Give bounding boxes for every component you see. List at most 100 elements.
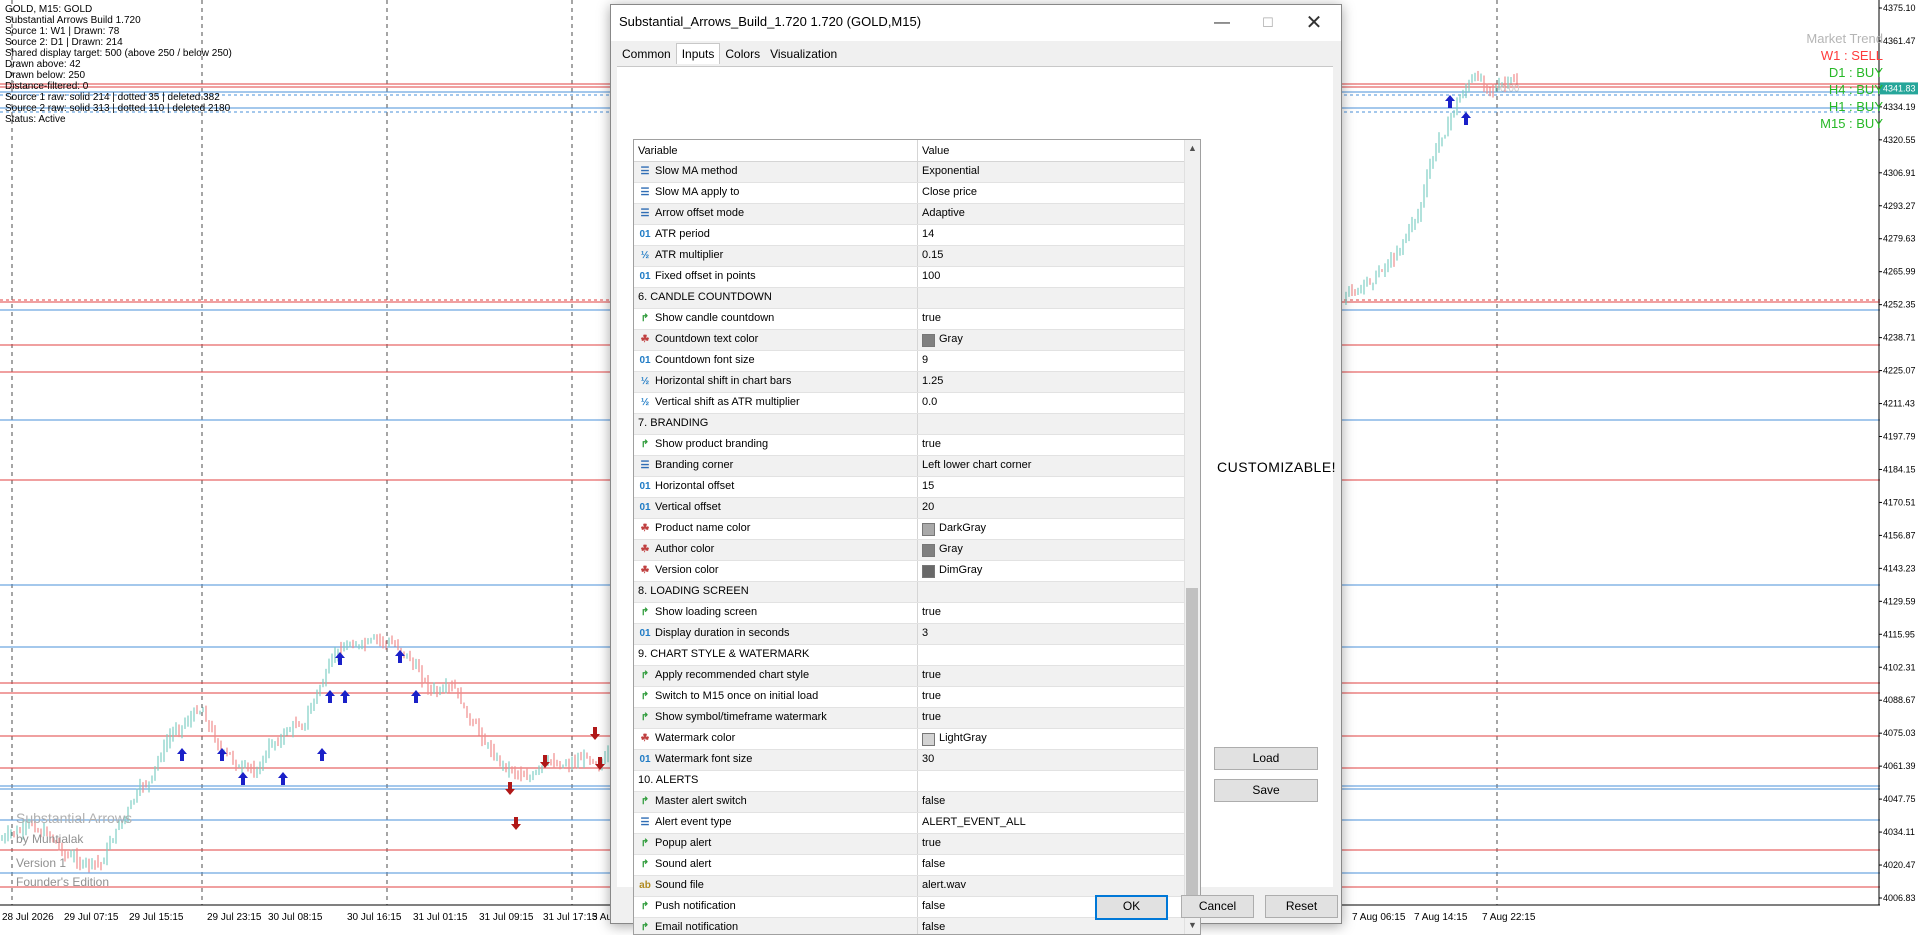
table-row[interactable]: ☘ Watermark color LightGray (634, 729, 1184, 750)
maximize-icon[interactable]: ☐ (1245, 5, 1291, 41)
table-row[interactable]: ☘ Product name color DarkGray (634, 519, 1184, 540)
section-row[interactable]: 7. BRANDING (634, 414, 1184, 435)
table-row[interactable]: ☰ Arrow offset mode Adaptive (634, 204, 1184, 225)
table-row[interactable]: 01 Horizontal offset 15 (634, 477, 1184, 498)
value-cell[interactable]: true (922, 690, 941, 702)
dialog-titlebar[interactable]: Substantial_Arrows_Build_1.720 1.720 (GO… (611, 5, 1341, 41)
variable-label: Watermark color (655, 732, 736, 744)
value-cell[interactable]: false (922, 900, 945, 912)
value-cell[interactable]: true (922, 711, 941, 723)
value-cell[interactable]: LightGray (939, 732, 987, 744)
table-row[interactable]: ↱ Show loading screen true (634, 603, 1184, 624)
variable-label: Switch to M15 once on initial load (655, 690, 819, 702)
ok-button[interactable]: OK (1095, 895, 1168, 920)
value-cell[interactable]: Gray (939, 333, 963, 345)
table-row[interactable]: ↱ Popup alert true (634, 834, 1184, 855)
value-cell[interactable]: true (922, 438, 941, 450)
value-cell[interactable]: 20 (922, 501, 934, 513)
value-cell[interactable]: DimGray (939, 564, 982, 576)
value-cell[interactable]: Adaptive (922, 207, 965, 219)
table-row[interactable]: ☘ Author color Gray (634, 540, 1184, 561)
cancel-button[interactable]: Cancel (1181, 895, 1254, 918)
inputs-table[interactable]: Variable Value ☰ Slow MA method Exponentia… (633, 139, 1201, 935)
tab-inputs[interactable]: Inputs (675, 43, 721, 64)
reset-button[interactable]: Reset (1265, 895, 1338, 918)
value-cell[interactable]: 100 (922, 270, 940, 282)
value-cell[interactable]: false (922, 795, 945, 807)
table-row[interactable]: ☘ Version color DimGray (634, 561, 1184, 582)
value-cell[interactable]: true (922, 606, 941, 618)
color-swatch[interactable] (922, 523, 935, 536)
table-row[interactable]: ½ Vertical shift as ATR multiplier 0.0 (634, 393, 1184, 414)
value-cell[interactable]: true (922, 312, 941, 324)
value-cell[interactable]: ALERT_EVENT_ALL (922, 816, 1026, 828)
table-row[interactable]: ☰ Alert event type ALERT_EVENT_ALL (634, 813, 1184, 834)
table-row[interactable]: 01 Display duration in seconds 3 (634, 624, 1184, 645)
tab-common[interactable]: Common (617, 44, 676, 64)
info-line: Status: Active (5, 114, 66, 125)
table-row[interactable]: ↱ Apply recommended chart style true (634, 666, 1184, 687)
section-row[interactable]: 8. LOADING SCREEN (634, 582, 1184, 603)
column-header-value[interactable]: Value (922, 145, 949, 157)
scroll-down-icon[interactable]: ▼ (1185, 917, 1200, 934)
color-swatch[interactable] (922, 544, 935, 557)
table-row[interactable]: 01 Fixed offset in points 100 (634, 267, 1184, 288)
table-row[interactable]: 01 Vertical offset 20 (634, 498, 1184, 519)
value-cell[interactable]: 3 (922, 627, 928, 639)
value-cell[interactable]: Close price (922, 186, 977, 198)
color-swatch[interactable] (922, 733, 935, 746)
value-cell[interactable]: 30 (922, 753, 934, 765)
table-row[interactable]: ☰ Slow MA method Exponential (634, 162, 1184, 183)
value-cell[interactable]: 0.15 (922, 249, 943, 261)
value-cell[interactable]: alert.wav (922, 879, 966, 891)
price-tick-label: 4047.75 (1883, 794, 1916, 804)
close-icon[interactable]: ✕ (1291, 5, 1337, 41)
save-button[interactable]: Save (1214, 779, 1318, 802)
value-cell[interactable]: 1.25 (922, 375, 943, 387)
section-row[interactable]: 9. CHART STYLE & WATERMARK (634, 645, 1184, 666)
variable-label: Master alert switch (655, 795, 747, 807)
variable-label: Apply recommended chart style (655, 669, 810, 681)
tab-visualization[interactable]: Visualization (765, 44, 842, 64)
value-cell[interactable]: true (922, 669, 941, 681)
scroll-up-icon[interactable]: ▲ (1185, 140, 1200, 157)
table-header: Variable Value (634, 140, 1184, 162)
table-row[interactable]: ↱ Sound alert false (634, 855, 1184, 876)
minimize-icon[interactable]: — (1199, 5, 1245, 41)
table-row[interactable]: ☰ Slow MA apply to Close price (634, 183, 1184, 204)
scrollbar-thumb[interactable] (1186, 588, 1198, 918)
table-row[interactable]: ½ Horizontal shift in chart bars 1.25 (634, 372, 1184, 393)
table-row[interactable]: 01 Watermark font size 30 (634, 750, 1184, 771)
value-cell[interactable]: true (922, 837, 941, 849)
table-row[interactable]: ab Sound file alert.wav (634, 876, 1184, 897)
value-cell[interactable]: 14 (922, 228, 934, 240)
load-button[interactable]: Load (1214, 747, 1318, 770)
table-row[interactable]: ☰ Branding corner Left lower chart corner (634, 456, 1184, 477)
value-cell[interactable]: 0.0 (922, 396, 937, 408)
table-row[interactable]: ↱ Master alert switch false (634, 792, 1184, 813)
table-row[interactable]: 01 ATR period 14 (634, 225, 1184, 246)
section-row[interactable]: 10. ALERTS (634, 771, 1184, 792)
value-cell[interactable]: 9 (922, 354, 928, 366)
table-row[interactable]: ↱ Show candle countdown true (634, 309, 1184, 330)
table-row[interactable]: ↱ Show product branding true (634, 435, 1184, 456)
section-row[interactable]: 6. CANDLE COUNTDOWN (634, 288, 1184, 309)
value-cell[interactable]: 15 (922, 480, 934, 492)
value-cell[interactable]: Exponential (922, 165, 980, 177)
table-row[interactable]: ↱ Switch to M15 once on initial load true (634, 687, 1184, 708)
value-cell[interactable]: DarkGray (939, 522, 986, 534)
value-cell[interactable]: Left lower chart corner (922, 459, 1031, 471)
value-cell[interactable]: false (922, 858, 945, 870)
table-row[interactable]: ½ ATR multiplier 0.15 (634, 246, 1184, 267)
table-row[interactable]: ↱ Show symbol/timeframe watermark true (634, 708, 1184, 729)
tab-colors[interactable]: Colors (720, 44, 765, 64)
color-swatch[interactable] (922, 565, 935, 578)
value-cell[interactable]: Gray (939, 543, 963, 555)
column-header-variable[interactable]: Variable (638, 145, 678, 157)
table-row[interactable]: 01 Countdown font size 9 (634, 351, 1184, 372)
table-row[interactable]: ↱ Email notification false (634, 918, 1184, 934)
color-swatch[interactable] (922, 334, 935, 347)
value-cell[interactable]: false (922, 921, 945, 933)
vertical-scrollbar[interactable]: ▲ ▼ (1184, 140, 1200, 934)
table-row[interactable]: ☘ Countdown text color Gray (634, 330, 1184, 351)
